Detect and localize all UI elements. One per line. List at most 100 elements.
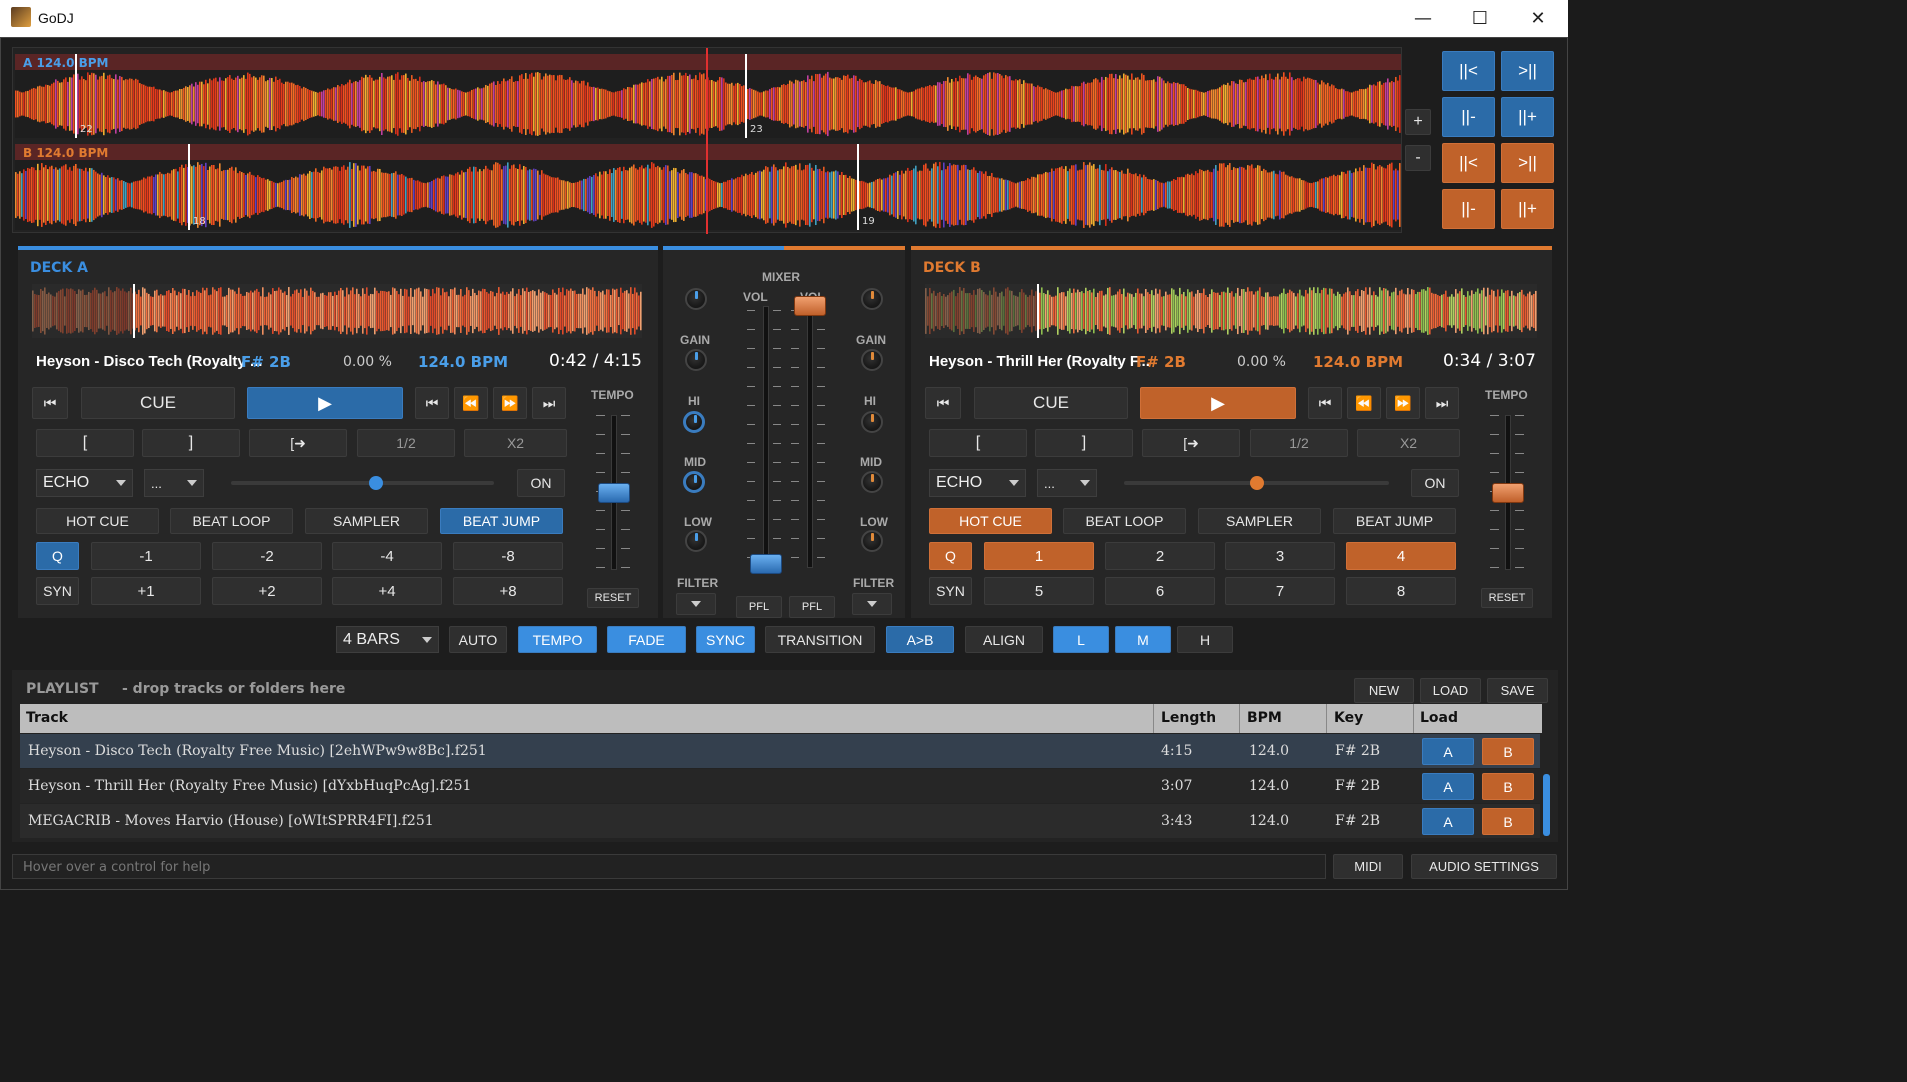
deck-b-quantize-button[interactable]: Q xyxy=(929,542,972,570)
deck-a-gain-knob[interactable] xyxy=(685,288,707,310)
deck-b-loop-double-button[interactable]: X2 xyxy=(1357,429,1460,457)
deck-a-filter-select[interactable] xyxy=(676,593,716,615)
deck-a-fx-slider[interactable] xyxy=(231,476,494,490)
load-to-deck-a-button[interactable]: A xyxy=(1422,773,1474,800)
col-load[interactable]: Load xyxy=(1420,710,1458,726)
sync-toggle-button[interactable]: SYNC xyxy=(696,626,755,653)
deck-b-loop-out-button[interactable]: ] xyxy=(1035,429,1133,457)
deck-b-pad-6[interactable]: 6 xyxy=(1105,577,1215,605)
load-to-deck-a-button[interactable]: A xyxy=(1422,808,1474,835)
deck-a-quantize-button[interactable]: Q xyxy=(36,542,79,570)
deck-b-hi-knob[interactable] xyxy=(861,349,883,371)
deck-b-jump-end-button[interactable]: >|| xyxy=(1501,143,1554,183)
load-to-deck-b-button[interactable]: B xyxy=(1482,773,1534,800)
a-to-b-button[interactable]: A>B xyxy=(886,626,954,653)
playlist-row[interactable]: MEGACRIB - Moves Harvio (House) [oWItSPR… xyxy=(20,804,1540,838)
col-length[interactable]: Length xyxy=(1161,710,1216,726)
deck-b-pad-1[interactable]: 1 xyxy=(984,542,1094,570)
deck-b-end-button[interactable]: ⏭ xyxy=(1425,387,1459,419)
load-to-deck-b-button[interactable]: B xyxy=(1482,808,1534,835)
deck-a-pad-5[interactable]: +1 xyxy=(91,577,201,605)
deck-a-low-knob[interactable] xyxy=(683,471,705,493)
playlist-scrollbar[interactable] xyxy=(1543,774,1550,836)
deck-b-fx-select[interactable]: ECHO xyxy=(929,469,1026,497)
col-track[interactable]: Track xyxy=(26,710,68,726)
deck-a-start-button[interactable]: ⏮ xyxy=(415,387,449,419)
deck-a-pad-6[interactable]: +2 xyxy=(212,577,322,605)
deck-a-hi-knob[interactable] xyxy=(685,349,707,371)
deck-b-low-knob[interactable] xyxy=(861,471,883,493)
deck-b-loop-exit-button[interactable]: [➜ xyxy=(1142,429,1240,457)
minimize-button[interactable]: — xyxy=(1394,0,1452,37)
deck-a-loop-in-button[interactable]: [ xyxy=(36,429,134,457)
deck-b-pad-3[interactable]: 3 xyxy=(1225,542,1335,570)
load-to-deck-a-button[interactable]: A xyxy=(1422,738,1474,765)
deck-b-gain-knob[interactable] xyxy=(861,288,883,310)
deck-b-pad-8[interactable]: 8 xyxy=(1346,577,1456,605)
deck-b-start-button[interactable]: ⏮ xyxy=(1308,387,1342,419)
playlist-save-button[interactable]: SAVE xyxy=(1487,678,1548,703)
deck-a-pad-1[interactable]: -1 xyxy=(91,542,201,570)
deck-b-loop-half-button[interactable]: 1/2 xyxy=(1250,429,1348,457)
deck-b-jump-start-button[interactable]: ||< xyxy=(1442,143,1495,183)
col-bpm[interactable]: BPM xyxy=(1247,710,1282,726)
deck-b-pad-2[interactable]: 2 xyxy=(1105,542,1215,570)
deck-a-pad-3[interactable]: -4 xyxy=(332,542,442,570)
deck-a-filter-knob[interactable] xyxy=(685,530,707,552)
eq-low-toggle[interactable]: L xyxy=(1053,626,1109,653)
deck-b-fx-slider-handle[interactable] xyxy=(1249,476,1264,490)
fade-toggle-button[interactable]: FADE xyxy=(607,626,686,653)
deck-b-jump-forward-button[interactable]: ||+ xyxy=(1501,189,1554,229)
deck-b-loop-in-button[interactable]: [ xyxy=(929,429,1027,457)
deck-a-jump-end-button[interactable]: >|| xyxy=(1501,51,1554,91)
deck-a-rewind-button[interactable]: ⏪ xyxy=(454,387,488,419)
tempo-fader-handle[interactable] xyxy=(1492,483,1524,503)
transition-length-select[interactable]: 4 BARS xyxy=(336,626,439,653)
deck-b-tempo-reset-button[interactable]: RESET xyxy=(1481,588,1533,608)
deck-b-fx-param-select[interactable]: ... xyxy=(1037,469,1097,497)
deck-a-jump-start-button[interactable]: ||< xyxy=(1442,51,1495,91)
deck-a-pad-7[interactable]: +4 xyxy=(332,577,442,605)
audio-settings-button[interactable]: AUDIO SETTINGS xyxy=(1411,854,1557,879)
playlist-load-button[interactable]: LOAD xyxy=(1420,678,1481,703)
deck-a-pad-2[interactable]: -2 xyxy=(212,542,322,570)
deck-b-pad-5[interactable]: 5 xyxy=(984,577,1094,605)
deck-a-pad-8[interactable]: +8 xyxy=(453,577,563,605)
deck-b-waveform[interactable] xyxy=(925,284,1537,338)
deck-a-prev-button[interactable]: ⏮ xyxy=(32,387,68,419)
deck-b-play-button[interactable]: ▶ xyxy=(1140,387,1296,419)
align-button[interactable]: ALIGN xyxy=(965,626,1043,653)
close-button[interactable]: ✕ xyxy=(1509,0,1567,37)
deck-a-loop-double-button[interactable]: X2 xyxy=(464,429,567,457)
deck-a-loop-half-button[interactable]: 1/2 xyxy=(357,429,455,457)
deck-b-pad-4[interactable]: 4 xyxy=(1346,542,1456,570)
deck-b-prev-button[interactable]: ⏮ xyxy=(925,387,961,419)
load-to-deck-b-button[interactable]: B xyxy=(1482,738,1534,765)
deck-a-fx-param-select[interactable]: ... xyxy=(144,469,204,497)
deck-a-tab-sampler[interactable]: SAMPLER xyxy=(305,508,428,534)
tempo-toggle-button[interactable]: TEMPO xyxy=(518,626,597,653)
deck-a-waveform[interactable] xyxy=(32,284,642,338)
deck-b-tab-hot-cue[interactable]: HOT CUE xyxy=(929,508,1052,534)
deck-b-sync-button[interactable]: SYN xyxy=(929,577,972,605)
playlist-row[interactable]: Heyson - Disco Tech (Royalty Free Music)… xyxy=(20,734,1540,768)
deck-b-filter-select[interactable] xyxy=(852,593,892,615)
deck-a-fx-slider-handle[interactable] xyxy=(368,476,383,490)
deck-a-fastforward-button[interactable]: ⏩ xyxy=(493,387,527,419)
playlist-row[interactable]: Heyson - Thrill Her (Royalty Free Music)… xyxy=(20,769,1540,803)
midi-button[interactable]: MIDI xyxy=(1333,854,1403,879)
deck-b-pad-7[interactable]: 7 xyxy=(1225,577,1335,605)
deck-a-tab-beat-jump[interactable]: BEAT JUMP xyxy=(440,508,563,534)
deck-a-tempo-reset-button[interactable]: RESET xyxy=(587,588,639,608)
deck-b-fastforward-button[interactable]: ⏩ xyxy=(1386,387,1420,419)
deck-b-cue-button[interactable]: CUE xyxy=(974,387,1128,419)
eq-high-toggle[interactable]: H xyxy=(1177,626,1233,653)
deck-b-fx-slider[interactable] xyxy=(1124,476,1389,490)
deck-a-tempo-fader[interactable] xyxy=(592,415,636,575)
deck-b-tab-sampler[interactable]: SAMPLER xyxy=(1198,508,1321,534)
deck-b-tab-beat-loop[interactable]: BEAT LOOP xyxy=(1063,508,1186,534)
deck-b-pfl-button[interactable]: PFL xyxy=(789,596,835,618)
deck-b-mid-knob[interactable] xyxy=(861,411,883,433)
deck-a-sync-button[interactable]: SYN xyxy=(36,577,79,605)
deck-a-play-button[interactable]: ▶ xyxy=(247,387,403,419)
